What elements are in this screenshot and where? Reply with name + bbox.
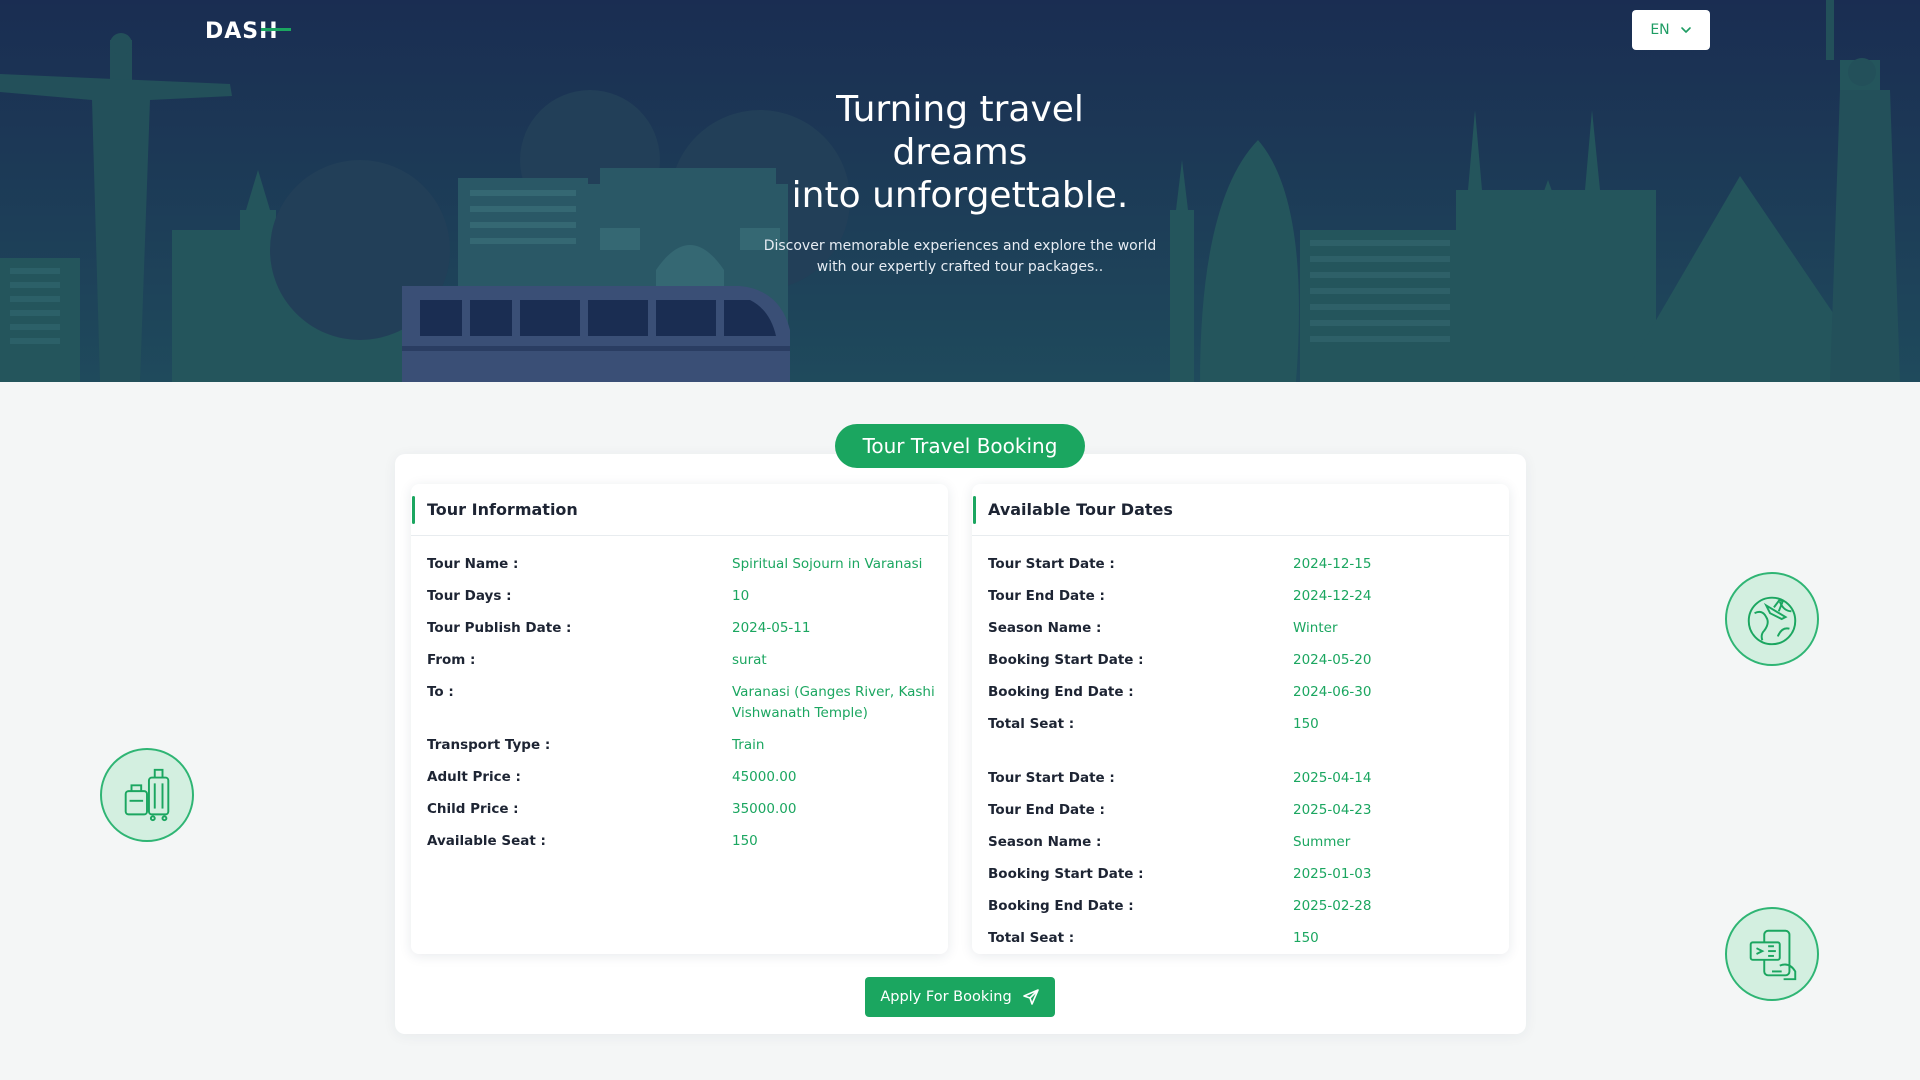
dates-rows: Tour Start Date : 2024-12-15 Tour End Da… xyxy=(972,536,1509,949)
date-value: 2025-04-14 xyxy=(1293,770,1372,786)
date-label: Tour End Date : xyxy=(988,588,1105,604)
svg-text:DASH: DASH xyxy=(205,19,279,44)
date-value: 2025-01-03 xyxy=(1293,866,1372,882)
hero-banner: DASH EN Turning travel dreams into unfor… xyxy=(0,0,1920,382)
hero-title-line: dreams xyxy=(892,132,1028,173)
luggage-badge xyxy=(100,748,194,842)
date-row: Tour Start Date : 2025-04-14 xyxy=(972,768,1509,789)
date-row: Season Name : Summer xyxy=(972,832,1509,853)
date-value: 2024-05-20 xyxy=(1293,652,1372,668)
info-row: To : Varanasi (Ganges River, Kashi Vishw… xyxy=(411,682,948,724)
chevron-down-icon xyxy=(1680,27,1691,33)
info-row: From : surat xyxy=(411,650,948,671)
apply-for-booking-button[interactable]: Apply For Booking xyxy=(865,977,1055,1017)
date-label: Tour Start Date : xyxy=(988,770,1115,786)
apply-button-label: Apply For Booking xyxy=(880,989,1012,1005)
date-row: Total Seat : 150 xyxy=(972,928,1509,949)
date-label: Tour End Date : xyxy=(988,802,1105,818)
info-row: Tour Days : 10 xyxy=(411,586,948,607)
language-dropdown[interactable]: EN xyxy=(1632,10,1710,50)
date-label: Season Name : xyxy=(988,620,1102,636)
date-value: 2024-06-30 xyxy=(1293,684,1372,700)
hero-title-line: Turning travel xyxy=(836,89,1084,130)
info-value: 2024-05-11 xyxy=(732,620,811,636)
info-row: Transport Type : Train xyxy=(411,735,948,756)
info-row: Tour Publish Date : 2024-05-11 xyxy=(411,618,948,639)
date-label: Tour Start Date : xyxy=(988,556,1115,572)
date-row: Total Seat : 150 xyxy=(972,714,1509,735)
date-value: Winter xyxy=(1293,620,1338,636)
panel-title: Available Tour Dates xyxy=(988,500,1173,519)
date-label: Booking Start Date : xyxy=(988,866,1144,882)
date-row: Booking Start Date : 2024-05-20 xyxy=(972,650,1509,671)
luggage-icon xyxy=(124,768,170,822)
info-label: To : xyxy=(427,684,454,700)
language-label: EN xyxy=(1650,22,1670,38)
info-value: 150 xyxy=(732,833,758,849)
available-tour-dates-panel: Available Tour Dates Tour Start Date : 2… xyxy=(972,484,1509,954)
info-row: Child Price : 35000.00 xyxy=(411,799,948,820)
info-value: Spiritual Sojourn in Varanasi xyxy=(732,556,923,572)
info-label: Tour Days : xyxy=(427,588,512,604)
date-value: 150 xyxy=(1293,930,1319,946)
info-label: Tour Name : xyxy=(427,556,519,572)
date-value: 2025-02-28 xyxy=(1293,898,1372,914)
date-value: 2025-04-23 xyxy=(1293,802,1372,818)
date-row: Season Name : Winter xyxy=(972,618,1509,639)
info-row: Tour Name : Spiritual Sojourn in Varanas… xyxy=(411,554,948,575)
globe-plane-icon xyxy=(1747,596,1797,646)
info-label: Transport Type : xyxy=(427,737,551,753)
panel-header: Available Tour Dates xyxy=(972,484,1509,536)
hero-subtitle: Discover memorable experiences and explo… xyxy=(763,238,1157,275)
date-label: Booking End Date : xyxy=(988,898,1134,914)
date-row: Tour End Date : 2025-04-23 xyxy=(972,800,1509,821)
info-row: Available Seat : 150 xyxy=(411,831,948,852)
hero-title-line: into unforgettable. xyxy=(791,175,1129,216)
hero-title: Turning travel dreams into unforgettable… xyxy=(660,88,1260,217)
info-label: Child Price : xyxy=(427,801,519,817)
info-label: Adult Price : xyxy=(427,769,521,785)
info-value: 35000.00 xyxy=(732,801,797,817)
info-value: 10 xyxy=(732,588,750,604)
panel-title: Tour Information xyxy=(427,500,578,519)
globe-badge xyxy=(1725,572,1819,666)
info-label: From : xyxy=(427,652,476,668)
info-value: surat xyxy=(732,652,767,668)
date-row: Tour Start Date : 2024-12-15 xyxy=(972,554,1509,575)
date-value: 2024-12-24 xyxy=(1293,588,1372,604)
booking-title-badge: Tour Travel Booking xyxy=(835,424,1085,468)
date-row: Booking End Date : 2025-02-28 xyxy=(972,896,1509,917)
date-row: Booking End Date : 2024-06-30 xyxy=(972,682,1509,703)
ticket-badge xyxy=(1725,907,1819,1001)
date-label: Total Seat : xyxy=(988,930,1075,946)
group-divider xyxy=(972,746,1509,768)
phone-ticket-icon xyxy=(1749,929,1797,981)
tour-information-panel: Tour Information Tour Name : Spiritual S… xyxy=(411,484,948,954)
date-label: Total Seat : xyxy=(988,716,1075,732)
info-value: Train xyxy=(732,737,765,753)
date-label: Booking Start Date : xyxy=(988,652,1144,668)
info-value: Varanasi (Ganges River, Kashi Vishwanath… xyxy=(732,684,935,721)
date-label: Booking End Date : xyxy=(988,684,1134,700)
date-label: Season Name : xyxy=(988,834,1102,850)
date-row: Tour End Date : 2024-12-24 xyxy=(972,586,1509,607)
info-rows: Tour Name : Spiritual Sojourn in Varanas… xyxy=(411,536,948,852)
panel-header: Tour Information xyxy=(411,484,948,536)
date-value: 150 xyxy=(1293,716,1319,732)
info-label: Tour Publish Date : xyxy=(427,620,572,636)
info-value: 45000.00 xyxy=(732,769,797,785)
paper-plane-icon xyxy=(1022,989,1039,1005)
date-row: Booking Start Date : 2025-01-03 xyxy=(972,864,1509,885)
info-row: Adult Price : 45000.00 xyxy=(411,767,948,788)
dash-logo[interactable]: DASH xyxy=(205,16,291,44)
date-value: 2024-12-15 xyxy=(1293,556,1372,572)
info-label: Available Seat : xyxy=(427,833,546,849)
date-value: Summer xyxy=(1293,834,1351,850)
